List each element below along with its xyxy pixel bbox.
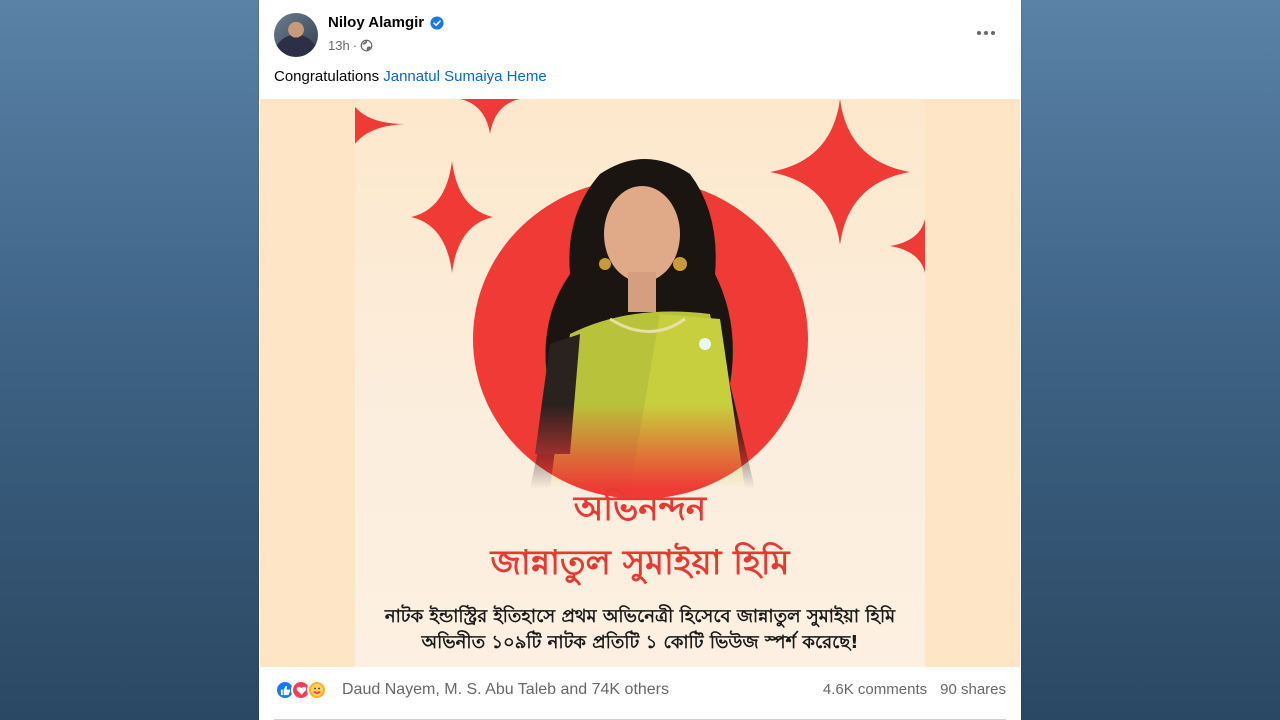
sparkle-star-shape: [355, 106, 405, 145]
author-avatar[interactable]: [274, 13, 318, 57]
poster-name: জান্নাতুল সুমাইয়া হিমি: [490, 543, 790, 583]
sparkle-star-shape: [770, 99, 910, 245]
reaction-summary[interactable]: Daud Nayem, M. S. Abu Taleb and 74K othe…: [342, 681, 669, 699]
sparkle-star-shape: [411, 161, 493, 273]
post-caption: Congratulations Jannatul Sumaiya Heme: [274, 68, 547, 85]
comments-count[interactable]: 4.6K comments: [823, 681, 927, 698]
post-header: Niloy Alamgir 13h · Congratulations Jann…: [259, 0, 1021, 100]
sparkle-star-shape: [890, 219, 925, 273]
author-row: Niloy Alamgir: [328, 14, 444, 31]
post-footer: Daud Nayem, M. S. Abu Taleb and 74K othe…: [259, 667, 1021, 720]
poster-title: অভিনন্দন: [573, 489, 707, 529]
author-name[interactable]: Niloy Alamgir: [328, 14, 424, 31]
post-card: Niloy Alamgir 13h · Congratulations Jann…: [259, 0, 1021, 720]
post-meta: 13h ·: [328, 38, 373, 53]
post-time[interactable]: 13h: [328, 38, 350, 53]
post-image[interactable]: অভিনন্দন জান্নাতুল সুমাইয়া হিমি নাটক ইন…: [260, 99, 1020, 667]
actress-photo: [530, 159, 755, 489]
globe-icon: [360, 39, 373, 52]
care-icon: [307, 680, 327, 700]
caption-mention-link[interactable]: Jannatul Sumaiya Heme: [383, 68, 546, 85]
more-options-icon[interactable]: [971, 22, 1001, 44]
caption-text: Congratulations: [274, 68, 380, 85]
shares-count[interactable]: 90 shares: [940, 681, 1006, 698]
post-stats: 4.6K comments 90 shares: [823, 681, 1006, 698]
poster: অভিনন্দন জান্নাতুল সুমাইয়া হিমি নাটক ইন…: [355, 99, 925, 667]
meta-separator: ·: [352, 38, 358, 53]
reaction-icons[interactable]: [275, 680, 327, 700]
verified-badge-icon: [430, 15, 444, 30]
sparkle-star-shape: [459, 99, 521, 134]
poster-line-2: অভিনীত ১০৯টি নাটক প্রতিটি ১ কোটি ভিউজ স্…: [421, 632, 859, 653]
